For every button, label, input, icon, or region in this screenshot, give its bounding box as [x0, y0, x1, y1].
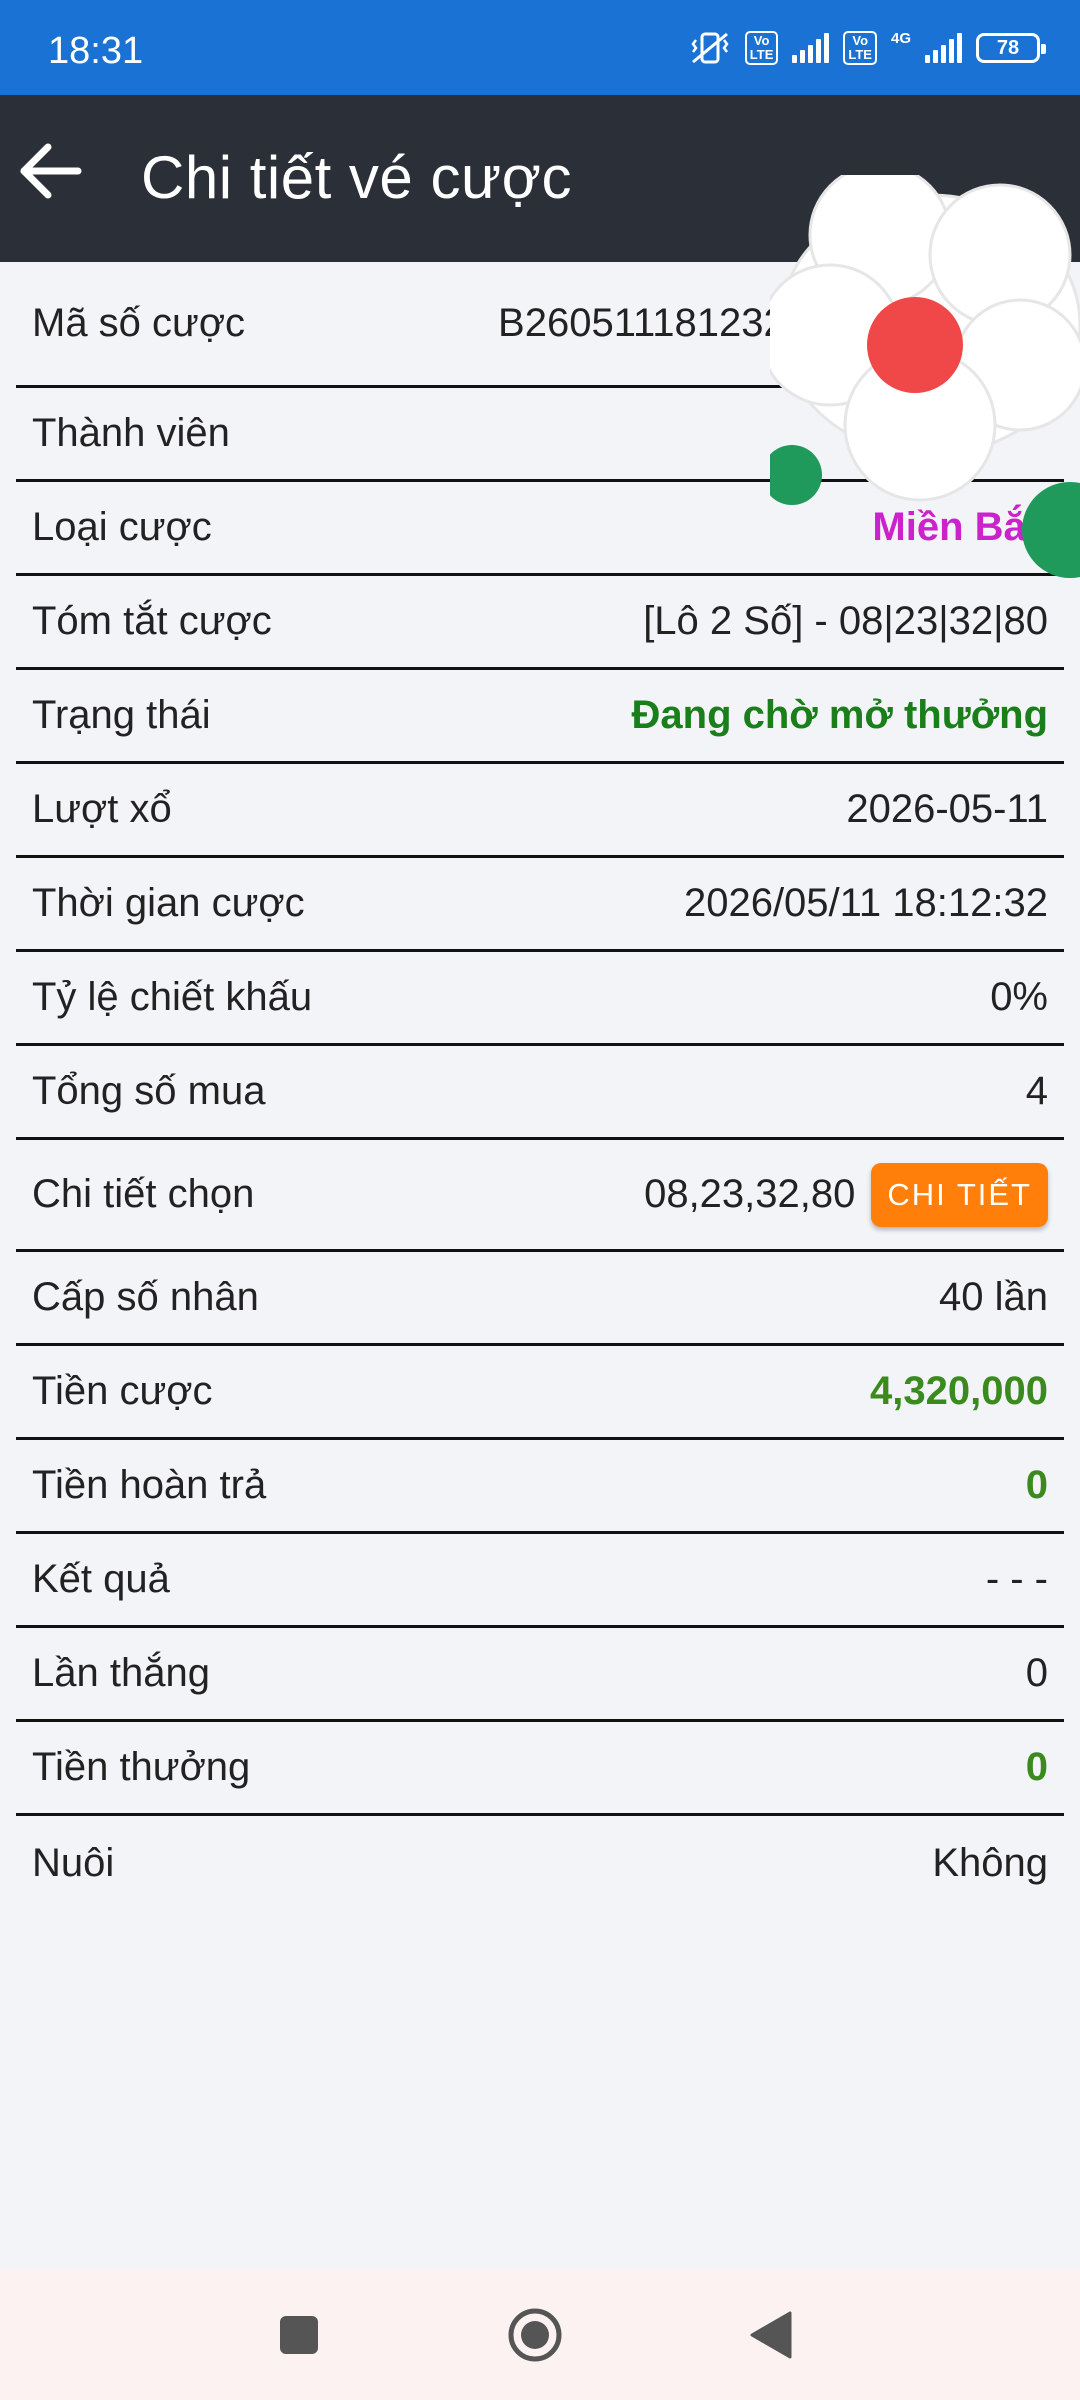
bet-detail-list: Mã số cược B2605111812321 Thành viên k L… — [0, 262, 1080, 1910]
row-label: Thành viên — [32, 411, 230, 455]
result-value: - - - — [985, 1557, 1048, 1601]
bet-summary-value: [Lô 2 Số] - 08|23|32|80 — [643, 599, 1048, 643]
vibrate-icon — [689, 30, 731, 66]
volte-icon: Vo LTE — [843, 31, 877, 65]
back-triangle-icon — [750, 2311, 792, 2359]
status-bar: 18:31 Vo LTE Vo LTE 4G 78 — [0, 0, 1080, 95]
arrow-left-icon — [20, 143, 82, 199]
bet-code-value: B2605111812321 — [498, 301, 808, 345]
selection-value: 08,23,32,80 — [644, 1172, 856, 1216]
discount-value: 0% — [990, 975, 1048, 1019]
bet-time-value: 2026/05/11 18:12:32 — [683, 881, 1048, 925]
nurture-value: Không — [932, 1840, 1048, 1885]
row-label: Chi tiết chọn — [32, 1172, 255, 1216]
row-label: Tổng số mua — [32, 1069, 266, 1113]
recents-square-icon — [280, 2316, 318, 2354]
row-nurture: Nuôi Không — [16, 1816, 1064, 1910]
bet-type-value: Miền Bắc — [872, 505, 1048, 549]
battery-level: 78 — [996, 36, 1020, 59]
page-title: Chi tiết vé cược — [141, 144, 572, 211]
row-label: Mã số cược — [32, 301, 246, 345]
row-result: Kết quả - - - — [16, 1534, 1064, 1628]
row-label: Kết quả — [32, 1557, 170, 1601]
row-wins: Lần thắng 0 — [16, 1628, 1064, 1722]
row-label: Tiền hoàn trả — [32, 1463, 267, 1507]
multiplier-value: 40 lần — [939, 1275, 1048, 1319]
status-time: 18:31 — [48, 30, 144, 72]
recents-button[interactable] — [264, 2300, 334, 2370]
row-multiplier: Cấp số nhân 40 lần — [16, 1252, 1064, 1346]
bet-amount-value: 4,320,000 — [870, 1369, 1048, 1413]
row-draw: Lượt xổ 2026-05-11 — [16, 764, 1064, 858]
row-bet-summary: Tóm tắt cược [Lô 2 Số] - 08|23|32|80 — [16, 576, 1064, 670]
row-status: Trạng thái Đang chờ mở thưởng — [16, 670, 1064, 764]
wins-value: 0 — [1025, 1651, 1048, 1695]
row-bet-code: Mã số cược B2605111812321 — [16, 262, 1064, 388]
member-value: k — [848, 411, 868, 455]
back-button[interactable] — [14, 135, 86, 207]
row-bet-type: Loại cược Miền Bắc — [16, 482, 1064, 576]
row-refund: Tiền hoàn trả 0 — [16, 1440, 1064, 1534]
row-discount: Tỷ lệ chiết khấu 0% — [16, 952, 1064, 1046]
draw-value: 2026-05-11 — [846, 787, 1048, 831]
home-button[interactable] — [500, 2300, 570, 2370]
row-label: Nuôi — [32, 1840, 115, 1885]
app-bar: Chi tiết vé cược — [0, 95, 1080, 262]
system-nav-bar — [0, 2270, 1080, 2400]
selection-wrap: 08,23,32,80 CHI TIẾT — [644, 1162, 1048, 1227]
home-circle-icon — [508, 2308, 562, 2362]
row-label: Tỷ lệ chiết khấu — [32, 975, 313, 1019]
total-bought-value: 4 — [1025, 1069, 1048, 1113]
row-label: Tóm tắt cược — [32, 599, 272, 643]
4g-signal-icon — [925, 33, 962, 63]
nav-back-button[interactable] — [736, 2300, 806, 2370]
row-label: Lần thắng — [32, 1651, 210, 1695]
detail-button[interactable]: CHI TIẾT — [871, 1162, 1048, 1227]
row-label: Lượt xổ — [32, 787, 172, 831]
volte-icon: Vo LTE — [744, 31, 779, 65]
row-label: Cấp số nhân — [32, 1275, 259, 1319]
row-total-bought: Tổng số mua 4 — [16, 1046, 1064, 1140]
row-bet-amount: Tiền cược 4,320,000 — [16, 1346, 1064, 1440]
row-label: Tiền cược — [32, 1369, 213, 1413]
row-prize: Tiền thưởng 0 — [16, 1722, 1064, 1816]
row-member: Thành viên k — [16, 388, 1064, 482]
row-bet-time: Thời gian cược 2026/05/11 18:12:32 — [16, 858, 1064, 952]
signal-icon — [792, 33, 830, 63]
row-label: Tiền thưởng — [32, 1745, 251, 1789]
row-label: Trạng thái — [32, 693, 211, 737]
status-icons: Vo LTE Vo LTE 4G 78 — [689, 26, 1046, 70]
refund-value: 0 — [1025, 1463, 1048, 1507]
row-selection-detail: Chi tiết chọn 08,23,32,80 CHI TIẾT — [16, 1140, 1064, 1252]
battery-icon: 78 — [976, 33, 1046, 63]
row-label: Thời gian cược — [32, 881, 305, 925]
status-value: Đang chờ mở thưởng — [631, 693, 1048, 737]
row-label: Loại cược — [32, 505, 212, 549]
prize-value: 0 — [1025, 1745, 1048, 1789]
network-type: 4G — [890, 29, 911, 47]
